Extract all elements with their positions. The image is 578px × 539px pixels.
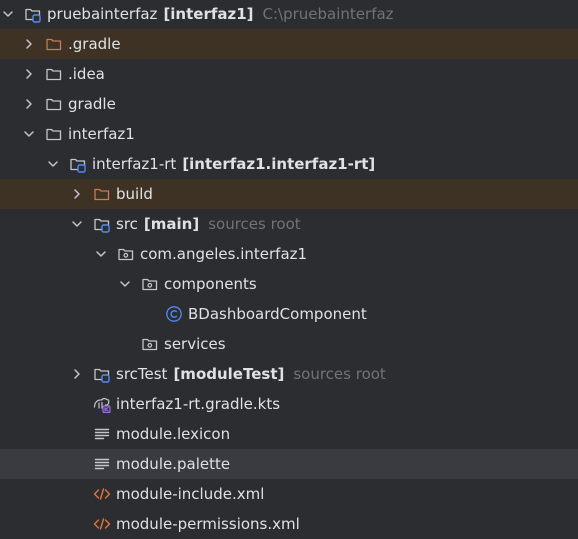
tree-item-bdashboardcomponent[interactable]: BDashboardComponent (0, 299, 578, 329)
xml-icon (93, 485, 111, 503)
folder-icon (45, 125, 63, 143)
tree-item-gradle[interactable]: gradle (0, 89, 578, 119)
class-icon (165, 305, 183, 323)
tree-item-label: pruebainterfaz (47, 5, 158, 23)
tree-item-module-lexicon[interactable]: module.lexicon (0, 419, 578, 449)
tree-item-services[interactable]: services (0, 329, 578, 359)
tree-item-build[interactable]: build (0, 179, 578, 209)
chevron-down-icon[interactable] (45, 156, 61, 172)
chevron-right-icon[interactable] (21, 36, 37, 52)
module-name: [interfaz1] (163, 5, 254, 23)
chevron-down-icon[interactable] (0, 6, 16, 22)
text-file-icon (93, 455, 111, 473)
package-icon (117, 245, 135, 263)
tree-item-label: src (116, 215, 138, 233)
tree-item-label: module.lexicon (116, 425, 231, 443)
project-tree: pruebainterfaz [interfaz1] C:\pruebainte… (0, 0, 578, 537)
package-icon (141, 335, 159, 353)
chevron-right-icon[interactable] (21, 96, 37, 112)
tree-item-pruebainterfaz[interactable]: pruebainterfaz [interfaz1] C:\pruebainte… (0, 0, 578, 29)
source-root-icon (93, 215, 111, 233)
chevron-right-icon[interactable] (69, 186, 85, 202)
tree-item-label: BDashboardComponent (188, 305, 367, 323)
tree-item-label: module-permissions.xml (116, 515, 300, 533)
tree-item-label: build (116, 185, 153, 203)
package-icon (141, 275, 159, 293)
module-name: [interfaz1.interfaz1-rt] (182, 155, 376, 173)
chevron-down-icon[interactable] (93, 246, 109, 262)
excluded-folder-icon (93, 185, 111, 203)
chevron-right-icon[interactable] (21, 66, 37, 82)
module-name: [moduleTest] (173, 365, 285, 383)
source-root-hint: sources root (293, 365, 386, 383)
tree-item-label: com.angeles.interfaz1 (140, 245, 308, 263)
tree-item-idea[interactable]: .idea (0, 59, 578, 89)
chevron-down-icon[interactable] (69, 216, 85, 232)
tree-item-components[interactable]: components (0, 269, 578, 299)
tree-item-label: gradle (68, 95, 116, 113)
path-hint: C:\pruebainterfaz (262, 5, 394, 23)
tree-item-module-permissions-xml[interactable]: module-permissions.xml (0, 509, 578, 539)
module-folder-icon (24, 5, 42, 23)
module-name: [main] (143, 215, 200, 233)
tree-item-label: components (164, 275, 257, 293)
tree-item-gradle-cache[interactable]: .gradle (0, 29, 578, 59)
tree-item-gradle-kts[interactable]: interfaz1-rt.gradle.kts (0, 389, 578, 419)
gradle-kotlin-icon (93, 395, 111, 413)
tree-item-label: services (164, 335, 226, 353)
folder-icon (45, 65, 63, 83)
tree-item-label: module.palette (116, 455, 231, 473)
folder-icon (45, 95, 63, 113)
module-folder-icon (69, 155, 87, 173)
tree-item-src[interactable]: src [main] sources root (0, 209, 578, 239)
chevron-right-icon[interactable] (69, 366, 85, 382)
chevron-down-icon[interactable] (21, 126, 37, 142)
tree-item-label: interfaz1-rt.gradle.kts (116, 395, 281, 413)
text-file-icon (93, 425, 111, 443)
tree-item-label: srcTest (116, 365, 168, 383)
tree-item-interfaz1-rt[interactable]: interfaz1-rt [interfaz1.interfaz1-rt] (0, 149, 578, 179)
tree-item-module-include-xml[interactable]: module-include.xml (0, 479, 578, 509)
tree-item-label: interfaz1 (68, 125, 135, 143)
tree-item-label: interfaz1-rt (92, 155, 177, 173)
excluded-folder-icon (45, 35, 63, 53)
source-root-hint: sources root (208, 215, 301, 233)
tree-item-interfaz1[interactable]: interfaz1 (0, 119, 578, 149)
source-root-icon (93, 365, 111, 383)
tree-item-package-root[interactable]: com.angeles.interfaz1 (0, 239, 578, 269)
tree-item-label: module-include.xml (116, 485, 265, 503)
tree-item-label: .gradle (68, 35, 121, 53)
chevron-down-icon[interactable] (117, 276, 133, 292)
tree-item-label: .idea (68, 65, 105, 83)
tree-item-srctest[interactable]: srcTest [moduleTest] sources root (0, 359, 578, 389)
tree-item-module-palette[interactable]: module.palette (0, 449, 578, 479)
xml-icon (93, 515, 111, 533)
